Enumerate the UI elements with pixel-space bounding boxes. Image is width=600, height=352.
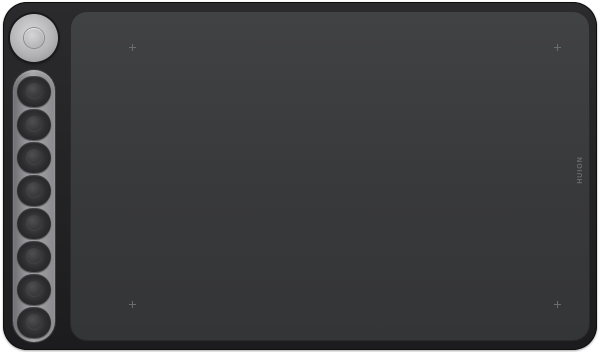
express-key-8[interactable] — [17, 307, 51, 338]
express-key-4[interactable] — [17, 175, 51, 206]
corner-mark-bottom-right — [554, 301, 561, 308]
active-drawing-area[interactable]: HUION — [71, 12, 589, 340]
express-key-5[interactable] — [17, 208, 51, 239]
express-key-2[interactable] — [17, 109, 51, 140]
express-key-3[interactable] — [17, 142, 51, 173]
brand-logo-text: HUION — [577, 156, 584, 184]
corner-mark-bottom-left — [129, 301, 136, 308]
express-key-stack — [17, 76, 51, 338]
express-key-6[interactable] — [17, 241, 51, 272]
corner-mark-top-right — [554, 44, 561, 51]
dial-control[interactable] — [10, 14, 58, 62]
dial-center-button[interactable] — [24, 28, 44, 48]
express-key-1[interactable] — [17, 76, 51, 107]
express-key-rail — [13, 70, 55, 342]
corner-mark-top-left — [129, 44, 136, 51]
drawing-tablet: HUION — [3, 2, 597, 350]
express-key-7[interactable] — [17, 274, 51, 305]
